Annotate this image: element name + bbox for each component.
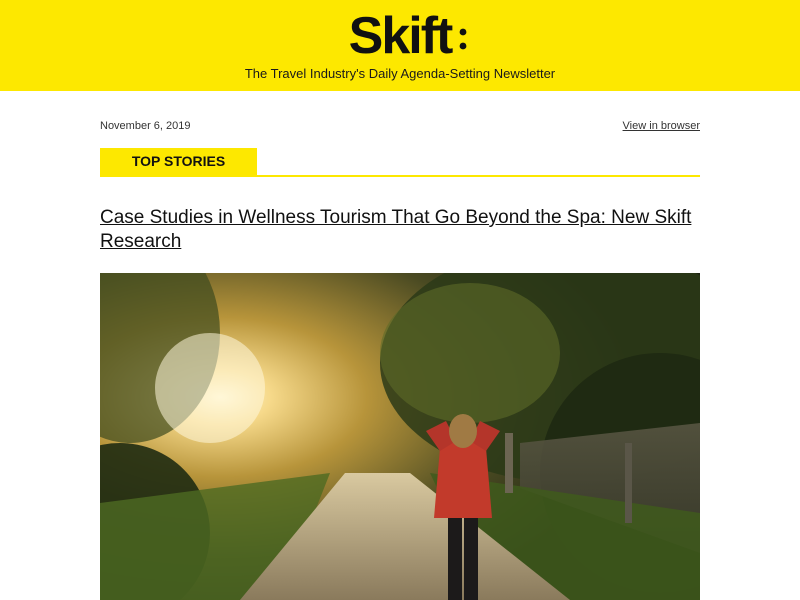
woman-walking-sunlit-path-photo: [100, 273, 700, 600]
section-divider: TOP STORIES: [100, 148, 700, 177]
meta-row: November 6, 2019 View in browser: [100, 120, 700, 136]
section-label-top-stories: TOP STORIES: [100, 148, 257, 175]
skift-logo[interactable]: Skift: [0, 6, 800, 65]
logo-text: Skift: [349, 7, 453, 62]
newsletter-header: Skift The Travel Industry's Daily Agenda…: [0, 0, 800, 91]
story-hero-image[interactable]: [100, 273, 700, 600]
view-in-browser-link[interactable]: View in browser: [623, 120, 700, 132]
header-tagline: The Travel Industry's Daily Agenda-Setti…: [244, 66, 556, 81]
newsletter-date: November 6, 2019: [100, 120, 191, 132]
story-headline-link[interactable]: Case Studies in Wellness Tourism That Go…: [100, 206, 700, 254]
